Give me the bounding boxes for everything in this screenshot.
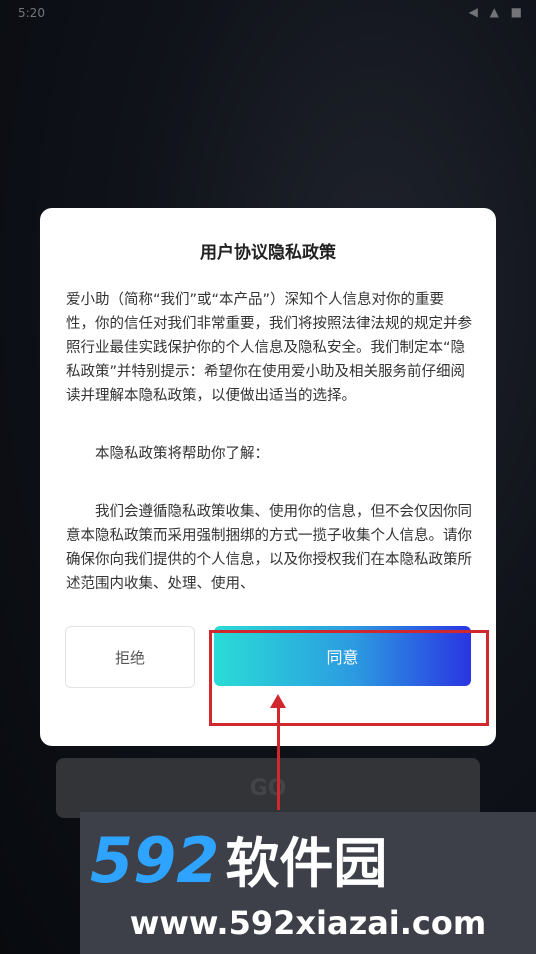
arrow-line <box>277 700 280 810</box>
arrow-up-icon <box>270 694 286 708</box>
highlight-box <box>209 630 489 726</box>
watermark-logo-text: 软件园 <box>225 832 388 895</box>
policy-text[interactable]: 爱小助（简称“我们”或“本产品”）深知个人信息对你的重要性，你的信任对我们非常重… <box>66 288 472 624</box>
watermark-url: www.592xiazai.com <box>129 904 487 942</box>
policy-paragraph-help: 本隐私政策将帮助你了解： <box>95 446 269 462</box>
watermark-logo: 592 软件园 <box>90 826 387 896</box>
dialog-title: 用户协议隐私政策 <box>200 243 336 263</box>
policy-paragraph-intro: 爱小助（简称“我们”或“本产品”）深知个人信息对你的重要性，你的信任对我们非常重… <box>66 292 472 404</box>
watermark-logo-number: 592 <box>90 824 220 897</box>
policy-paragraph-collect: 我们会遵循隐私政策收集、使用你的信息，但不会仅因你同意本隐私政策而采用强制捆绑的… <box>66 504 472 592</box>
reject-button[interactable]: 拒绝 <box>65 626 195 688</box>
watermark-banner: 592 软件园 www.592xiazai.com <box>80 812 536 954</box>
